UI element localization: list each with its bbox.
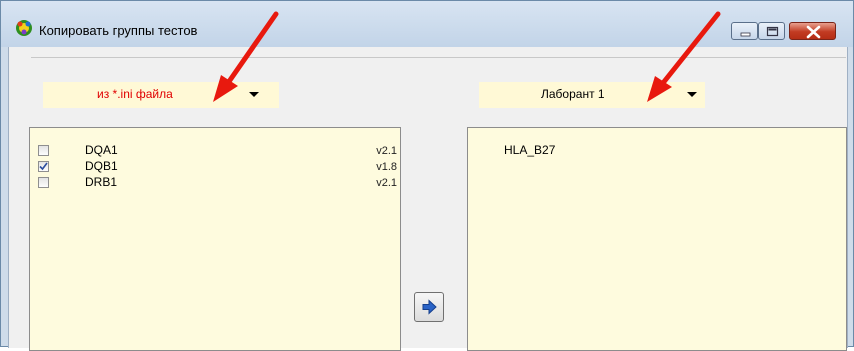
- item-name: DQB1: [85, 159, 118, 173]
- list-item[interactable]: DQB1 v1.8: [30, 159, 400, 175]
- client-area: из *.ini файла Лаборант 1 DQA1 v2.1 DQB1…: [8, 47, 848, 351]
- checkbox[interactable]: [38, 145, 49, 156]
- item-name: DRB1: [85, 175, 118, 189]
- window-title: Копировать группы тестов: [39, 23, 198, 38]
- item-name: DQA1: [85, 143, 118, 157]
- maximize-button[interactable]: [758, 22, 785, 40]
- source-list[interactable]: DQA1 v2.1 DQB1 v1.8 DRB1 v2.1: [29, 127, 401, 351]
- item-version: v2.1: [376, 145, 397, 157]
- app-icon: [16, 20, 32, 36]
- title-bar[interactable]: Копировать группы тестов: [1, 1, 853, 47]
- item-version: v1.8: [376, 161, 397, 173]
- list-item[interactable]: DQA1 v2.1: [30, 143, 400, 159]
- checkmark-icon: [39, 162, 48, 171]
- arrow-right-icon: [422, 299, 437, 315]
- close-icon: [806, 25, 821, 39]
- minimize-icon: [740, 32, 751, 37]
- checkbox[interactable]: [38, 177, 49, 188]
- target-combo-value: Лаборант 1: [541, 87, 605, 101]
- list-item[interactable]: HLA_B27: [468, 143, 846, 159]
- minimize-button[interactable]: [731, 22, 758, 40]
- source-combo[interactable]: из *.ini файла: [43, 82, 279, 108]
- source-combo-value: из *.ini файла: [97, 87, 173, 101]
- target-list[interactable]: HLA_B27: [467, 127, 847, 351]
- checkbox[interactable]: [38, 161, 49, 172]
- chevron-down-icon: [687, 92, 697, 97]
- target-combo[interactable]: Лаборант 1: [479, 82, 705, 108]
- copy-test-groups-window: Копировать группы тестов из *.ini файла …: [0, 0, 854, 351]
- maximize-icon: [766, 26, 779, 37]
- chevron-down-icon: [249, 92, 259, 97]
- close-button[interactable]: [789, 22, 836, 40]
- list-item[interactable]: DRB1 v2.1: [30, 175, 400, 191]
- copy-to-target-button[interactable]: [414, 292, 444, 322]
- item-name: HLA_B27: [504, 143, 556, 157]
- item-version: v2.1: [376, 177, 397, 189]
